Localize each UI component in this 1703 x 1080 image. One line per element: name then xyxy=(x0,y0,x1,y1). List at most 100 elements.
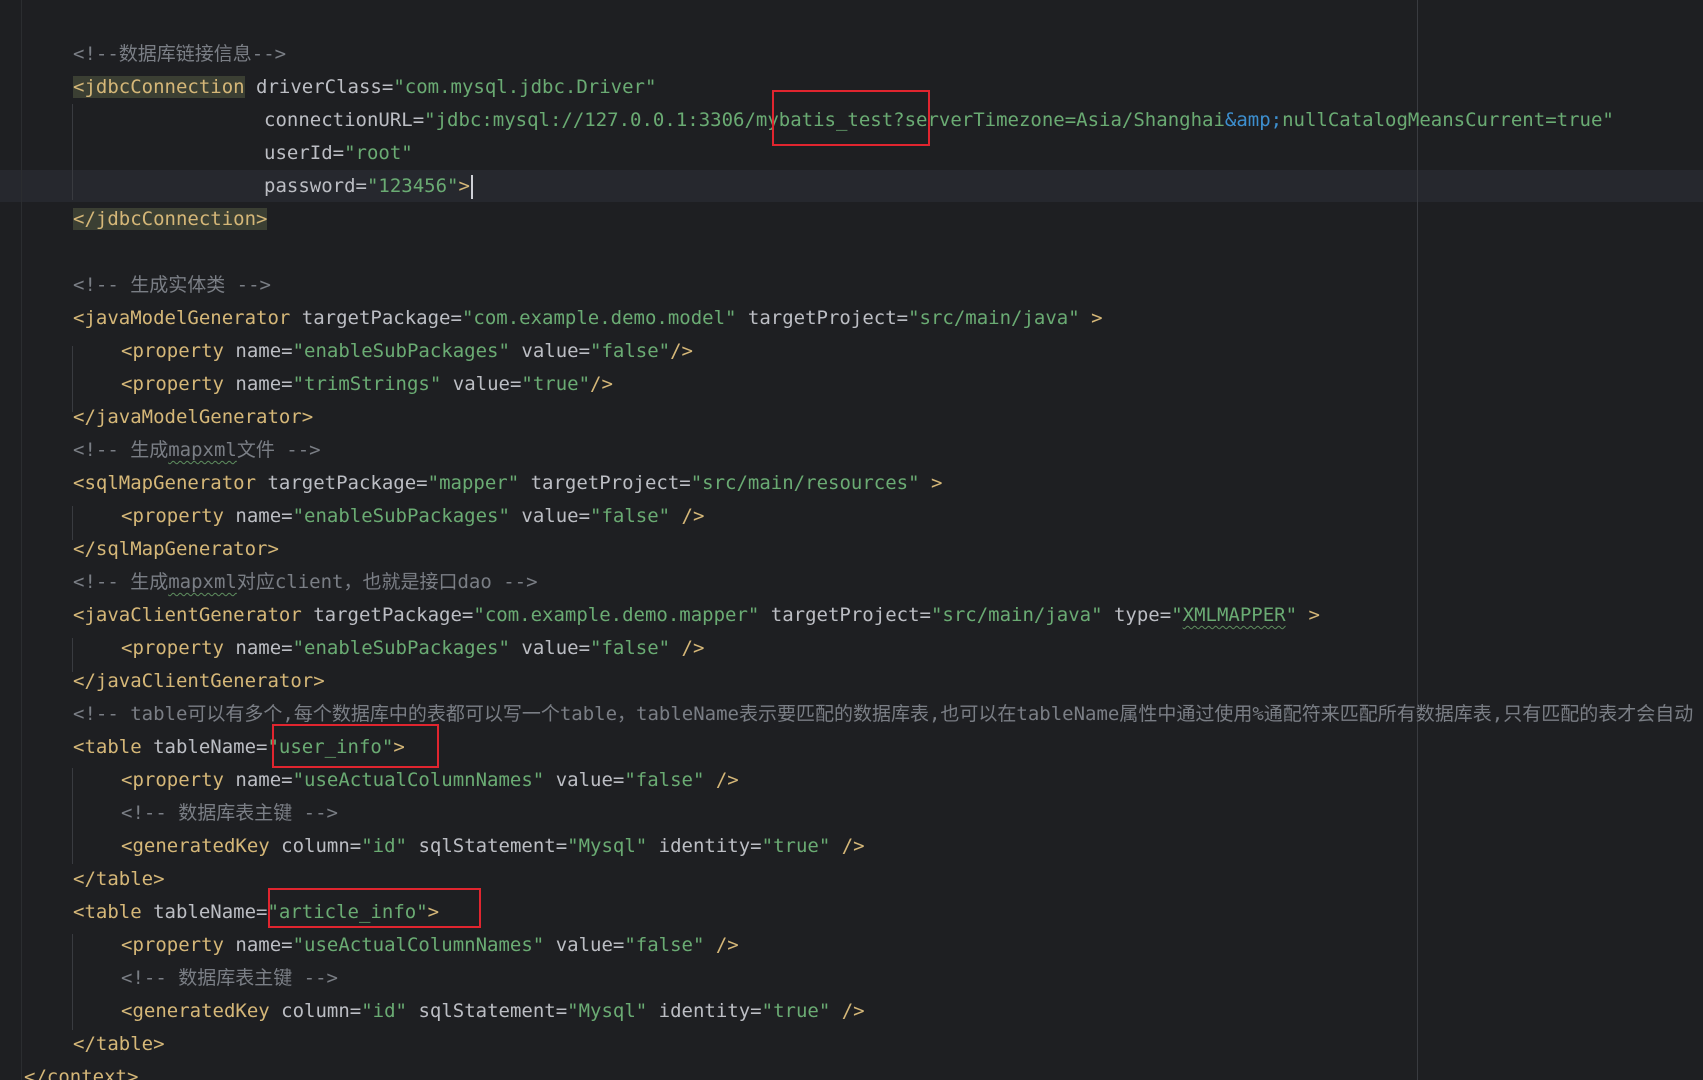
code-token: /> xyxy=(704,934,739,956)
code-token: <property xyxy=(121,373,224,395)
code-token: sqlStatement= xyxy=(407,1000,568,1022)
code-token: "enableSubPackages" xyxy=(292,637,510,659)
indent-guide xyxy=(72,104,73,200)
code-line[interactable]: userId="root" xyxy=(264,137,413,170)
code-token: <!-- table可以有多个,每个数据库中的表都可以写一个table，tabl… xyxy=(73,703,1694,725)
code-line[interactable]: <jdbcConnection driverClass="com.mysql.j… xyxy=(73,71,656,104)
code-token: "false" xyxy=(590,340,671,362)
code-line[interactable]: <property name="useActualColumnNames" va… xyxy=(121,929,739,962)
code-token: <generatedKey xyxy=(121,835,270,857)
code-token: driverClass= xyxy=(244,76,394,98)
code-line[interactable]: <property name="enableSubPackages" value… xyxy=(121,500,704,533)
code-token: "true" xyxy=(761,835,831,857)
code-token: <!-- 生成 xyxy=(73,439,169,461)
code-line[interactable]: <!-- 数据库表主键 --> xyxy=(121,797,338,830)
code-editor[interactable]: <!--数据库链接信息--> <jdbcConnection driverClas… xyxy=(0,0,1703,1080)
code-token: identity= xyxy=(647,1000,762,1022)
code-line[interactable]: </context> xyxy=(24,1061,138,1080)
code-line[interactable]: password="123456"> xyxy=(264,170,473,203)
code-token: "enableSubPackages" xyxy=(292,340,510,362)
code-line[interactable]: <!-- 生成实体类 --> xyxy=(73,269,271,302)
code-token: targetProject= xyxy=(759,604,931,626)
code-token: <property xyxy=(121,769,224,791)
code-token: <table xyxy=(73,901,142,923)
code-line[interactable]: connectionURL="jdbc:mysql://127.0.0.1:33… xyxy=(264,104,1614,137)
code-token: tableName= xyxy=(141,736,268,758)
code-token: "false" xyxy=(624,769,705,791)
code-token: name= xyxy=(223,505,293,527)
code-line[interactable]: </table> xyxy=(73,863,165,896)
code-token: userId= xyxy=(264,142,345,164)
annotation-box-user-info xyxy=(272,724,439,768)
code-token: name= xyxy=(223,637,293,659)
code-line[interactable]: <!-- 生成mapxml文件 --> xyxy=(73,434,321,467)
code-line[interactable]: <javaModelGenerator targetPackage="com.e… xyxy=(73,302,1103,335)
code-token: column= xyxy=(269,835,362,857)
code-token: </table> xyxy=(73,1033,165,1055)
code-token: /> xyxy=(830,1000,865,1022)
code-token: </sqlMapGenerator> xyxy=(73,538,279,560)
code-token: > xyxy=(1079,307,1103,329)
code-token: "123456" xyxy=(366,175,459,197)
code-line[interactable]: <!--数据库链接信息--> xyxy=(73,38,286,71)
code-token: "enableSubPackages" xyxy=(292,505,510,527)
code-token: name= xyxy=(223,934,293,956)
code-token: targetProject= xyxy=(519,472,691,494)
code-token: </table> xyxy=(73,868,165,890)
code-line[interactable]: </sqlMapGenerator> xyxy=(73,533,279,566)
code-token: 文件 --> xyxy=(236,439,321,461)
code-line[interactable]: <generatedKey column="id" sqlStatement="… xyxy=(121,830,865,863)
code-token: "useActualColumnNames" xyxy=(292,934,545,956)
code-token: sqlStatement= xyxy=(407,835,568,857)
code-token: <jdbcConnection xyxy=(73,76,245,98)
code-line[interactable]: <generatedKey column="id" sqlStatement="… xyxy=(121,995,865,1028)
code-token: "true" xyxy=(761,1000,831,1022)
code-line[interactable]: <javaClientGenerator targetPackage="com.… xyxy=(73,599,1320,632)
code-line[interactable]: <sqlMapGenerator targetPackage="mapper" … xyxy=(73,467,942,500)
code-token: </context> xyxy=(24,1066,139,1080)
code-token: /> xyxy=(704,769,739,791)
code-line[interactable]: <property name="useActualColumnNames" va… xyxy=(121,764,739,797)
code-line[interactable]: <!-- 数据库表主键 --> xyxy=(121,962,338,995)
code-token: column= xyxy=(269,1000,362,1022)
code-line[interactable]: <property name="trimStrings" value="true… xyxy=(121,368,613,401)
code-token: /> xyxy=(670,637,705,659)
code-token: " xyxy=(1285,604,1298,626)
code-token: /> xyxy=(590,373,613,395)
code-token: </jdbcConnection> xyxy=(73,208,268,230)
annotation-box-article-info xyxy=(268,888,481,928)
code-token: "false" xyxy=(624,934,705,956)
right-margin-guide xyxy=(1417,0,1418,1080)
code-token: value= xyxy=(544,934,625,956)
code-token: /> xyxy=(670,505,705,527)
code-token: "src/main/java" xyxy=(930,604,1103,626)
code-token: XMLMAPPER xyxy=(1182,604,1286,626)
code-token: name= xyxy=(223,340,293,362)
annotation-box-database-name xyxy=(772,90,930,146)
code-token: > xyxy=(1297,604,1320,626)
code-token: &amp; xyxy=(1224,109,1283,131)
code-token: type= xyxy=(1102,604,1172,626)
code-line[interactable]: </jdbcConnection> xyxy=(73,203,268,236)
code-token: <generatedKey xyxy=(121,1000,270,1022)
code-token: <!-- 生成 xyxy=(73,571,169,593)
code-token: targetPackage= xyxy=(301,604,474,626)
code-token: <!-- 生成实体类 --> xyxy=(73,274,271,296)
code-line[interactable]: <property name="enableSubPackages" value… xyxy=(121,335,693,368)
code-line[interactable]: <property name="enableSubPackages" value… xyxy=(121,632,704,665)
code-token: value= xyxy=(509,505,591,527)
code-line[interactable]: </javaModelGenerator> xyxy=(73,401,313,434)
code-token: "false" xyxy=(590,505,671,527)
code-token: name= xyxy=(223,373,293,395)
code-token: mapxml xyxy=(168,571,237,593)
code-token: /> xyxy=(830,835,865,857)
code-token: password= xyxy=(264,175,367,197)
code-token: > xyxy=(919,472,943,494)
code-token: <table xyxy=(73,736,142,758)
code-token: <!-- 数据库表主键 --> xyxy=(121,967,338,989)
code-line[interactable]: </table> xyxy=(73,1028,165,1061)
code-line[interactable]: </javaClientGenerator> xyxy=(73,665,325,698)
code-token: <!-- 数据库表主键 --> xyxy=(121,802,338,824)
indent-guide xyxy=(72,934,73,1030)
code-line[interactable]: <!-- 生成mapxml对应client，也就是接口dao --> xyxy=(73,566,538,599)
